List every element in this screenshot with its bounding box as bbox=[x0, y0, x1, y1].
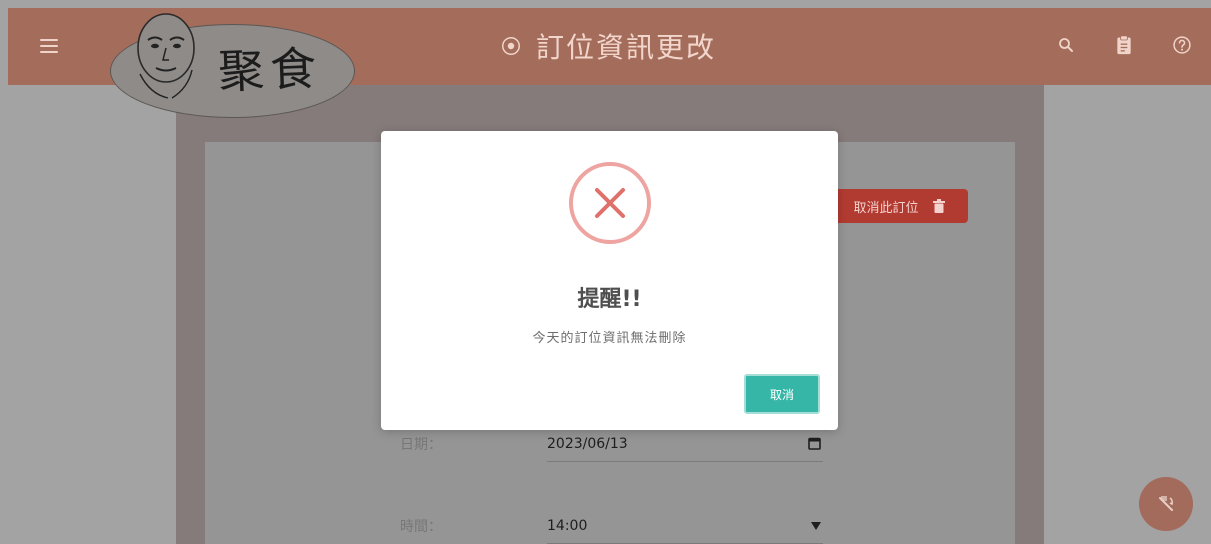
trash-icon bbox=[932, 199, 945, 213]
side-panel-right bbox=[1044, 85, 1211, 544]
clipboard-icon[interactable] bbox=[1113, 34, 1135, 56]
search-icon[interactable] bbox=[1055, 34, 1077, 56]
help-icon[interactable] bbox=[1171, 34, 1193, 56]
alert-dialog: 提醒!! 今天的訂位資訊無法刪除 取消 bbox=[381, 131, 838, 430]
dialog-message: 今天的訂位資訊無法刪除 bbox=[532, 331, 687, 346]
floating-action-button[interactable] bbox=[1139, 477, 1193, 531]
dialog-cancel-button[interactable]: 取消 bbox=[744, 374, 820, 414]
toolbar-icons bbox=[1055, 34, 1193, 56]
logo-face-illustration bbox=[137, 13, 195, 99]
date-row: 日期： 2023/06/13 bbox=[400, 426, 823, 462]
target-icon bbox=[502, 37, 520, 55]
dialog-title: 提醒!! bbox=[577, 287, 642, 312]
logo-text: 聚食 bbox=[217, 41, 324, 99]
menu-icon[interactable] bbox=[38, 35, 60, 57]
date-input[interactable]: 2023/06/13 bbox=[547, 426, 823, 462]
error-x-icon bbox=[569, 162, 651, 244]
date-value: 2023/06/13 bbox=[547, 435, 628, 452]
time-select[interactable]: 14:00 bbox=[547, 508, 823, 544]
page-title: 訂位資訊更改 bbox=[536, 31, 717, 64]
time-label: 時間： bbox=[400, 519, 442, 535]
cutlery-icon bbox=[1159, 496, 1174, 511]
time-row: 時間： 14:00 bbox=[400, 508, 823, 544]
cancel-booking-button[interactable]: 取消此訂位 bbox=[820, 189, 968, 223]
page-title-group: 訂位資訊更改 bbox=[500, 26, 716, 66]
side-panel-left bbox=[0, 85, 176, 544]
dropdown-arrow-icon[interactable] bbox=[811, 521, 821, 530]
time-value: 14:00 bbox=[547, 517, 588, 534]
date-label: 日期： bbox=[400, 437, 442, 453]
logo[interactable]: 聚食 bbox=[110, 4, 370, 124]
cancel-booking-label: 取消此訂位 bbox=[853, 200, 919, 216]
calendar-icon[interactable] bbox=[808, 437, 821, 450]
